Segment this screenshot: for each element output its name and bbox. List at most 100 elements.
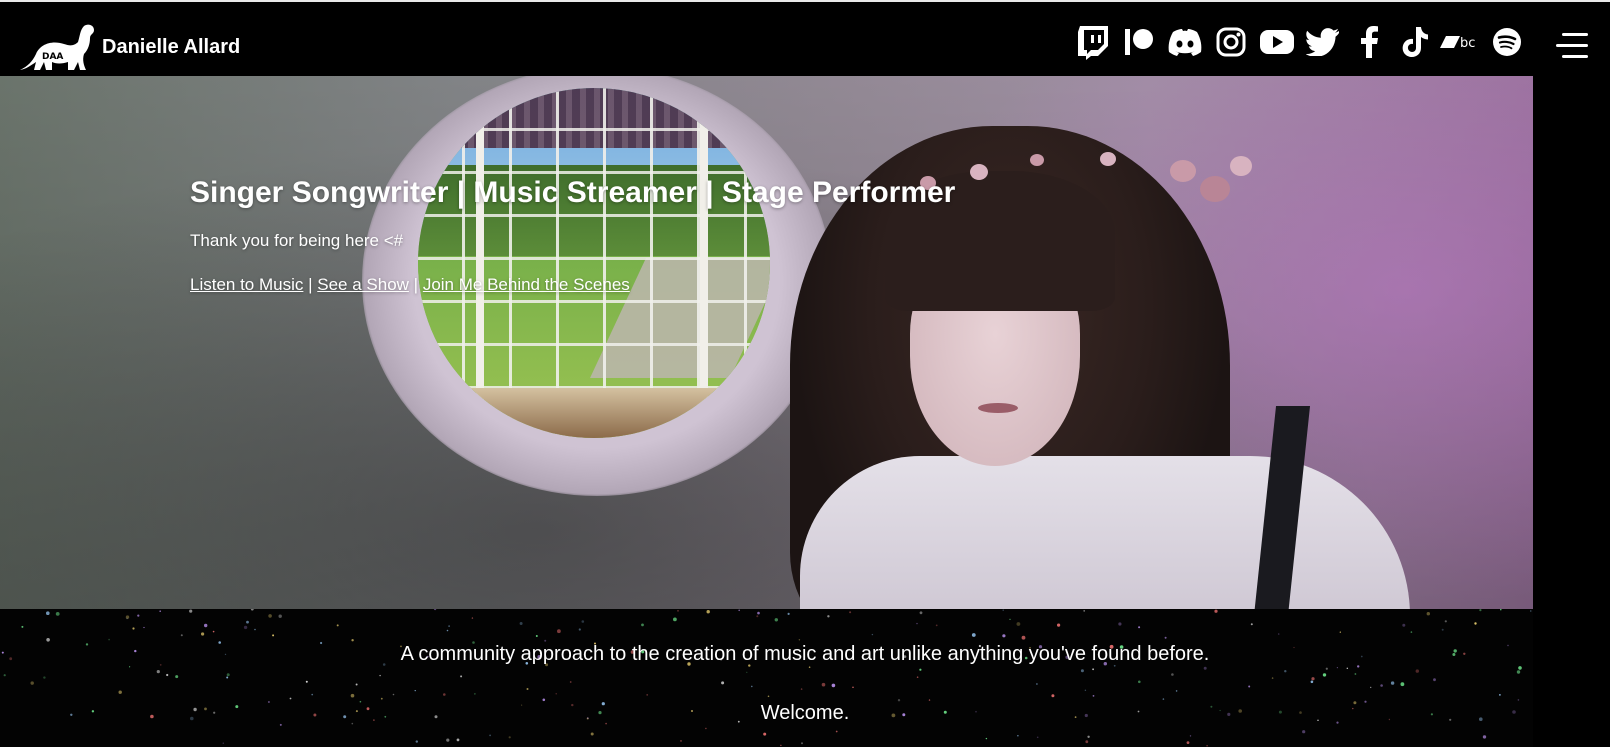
star-dot — [1410, 631, 1413, 633]
star-dot — [1277, 633, 1280, 635]
social-links: bc — [1070, 22, 1530, 62]
star-dot — [380, 697, 383, 700]
star-dot — [143, 626, 145, 629]
hamburger-menu-icon[interactable] — [1556, 30, 1590, 62]
star-dot — [1021, 635, 1026, 640]
star-dot — [827, 615, 830, 618]
facebook-icon[interactable] — [1346, 22, 1392, 62]
star-dot — [204, 623, 208, 628]
star-dot — [1087, 735, 1090, 738]
twitch-icon[interactable] — [1070, 22, 1116, 62]
star-dot — [1138, 680, 1141, 684]
star-dot — [132, 627, 135, 630]
youtube-icon[interactable] — [1254, 22, 1300, 62]
dinosaur-logo[interactable]: DAA — [18, 22, 96, 72]
star-dot — [677, 610, 679, 612]
site-name[interactable]: Danielle Allard — [102, 36, 240, 59]
star-dot — [433, 609, 437, 611]
star-dot — [159, 610, 161, 612]
star-dot — [767, 695, 770, 698]
star-dot — [646, 694, 649, 696]
star-dot — [1517, 699, 1520, 701]
see-a-show-link[interactable]: See a Show — [317, 275, 409, 294]
instagram-icon[interactable] — [1208, 22, 1254, 62]
hero-section: Singer Songwriter | Music Streamer | Sta… — [0, 76, 1533, 609]
bandcamp-icon[interactable]: bc — [1438, 22, 1484, 62]
star-dot — [801, 742, 803, 745]
star-dot — [751, 685, 753, 688]
star-dot — [414, 690, 416, 692]
star-dot — [1322, 673, 1327, 677]
star-dot — [189, 609, 193, 613]
star-dot — [673, 617, 677, 622]
twitter-icon[interactable] — [1300, 22, 1346, 62]
star-dot — [46, 611, 50, 615]
star-dot — [243, 625, 248, 630]
star-dot — [379, 674, 381, 677]
star-dot — [919, 668, 922, 671]
star-dot — [919, 611, 923, 615]
right-margin — [1533, 76, 1610, 747]
hero-links: Listen to Music | See a Show | Join Me B… — [190, 275, 630, 295]
star-dot — [226, 673, 230, 677]
behind-the-scenes-link[interactable]: Join Me Behind the Scenes — [423, 275, 630, 294]
star-dot — [1518, 666, 1522, 670]
star-dot — [581, 620, 585, 623]
star-dot — [971, 633, 976, 637]
link-separator: | — [408, 275, 423, 294]
star-dot — [355, 683, 358, 686]
intro-section: A community approach to the creation of … — [0, 609, 1533, 747]
star-dot — [542, 698, 546, 702]
star-dot — [201, 632, 205, 636]
star-dot — [1284, 670, 1287, 673]
star-dot — [1354, 673, 1357, 675]
star-dot — [787, 612, 790, 615]
star-dot — [1516, 670, 1521, 674]
star-dot — [535, 635, 538, 637]
star-dot — [272, 634, 275, 637]
star-dot — [1370, 686, 1372, 689]
star-dot — [1092, 695, 1095, 697]
star-dot — [555, 693, 557, 695]
tiktok-icon[interactable] — [1392, 22, 1438, 62]
star-dot — [1051, 694, 1055, 698]
star-dot — [1441, 628, 1444, 631]
star-dot — [705, 727, 707, 730]
star-dot — [125, 615, 130, 619]
discord-icon[interactable] — [1162, 22, 1208, 62]
star-dot — [746, 671, 748, 673]
star-dot — [1346, 667, 1349, 669]
star-dot — [392, 693, 395, 696]
star-dot — [835, 730, 838, 733]
star-dot — [508, 736, 511, 739]
star-dot — [1500, 609, 1502, 611]
star-dot — [460, 675, 463, 678]
star-dot — [43, 676, 46, 679]
star-dot — [680, 740, 682, 742]
star-dot — [1336, 667, 1338, 669]
star-dot — [250, 609, 254, 611]
star-dot — [180, 634, 183, 637]
spotify-icon[interactable] — [1484, 22, 1530, 62]
listen-to-music-link[interactable]: Listen to Music — [190, 275, 303, 294]
svg-text:bc: bc — [1460, 36, 1475, 51]
star-dot — [1080, 669, 1084, 673]
star-dot — [415, 740, 418, 743]
star-dot — [1206, 745, 1208, 747]
star-dot — [1084, 689, 1087, 691]
star-dot — [55, 612, 60, 616]
star-dot — [1474, 622, 1477, 625]
star-dot — [1009, 618, 1011, 620]
star-dot — [137, 614, 140, 617]
star-dot — [1186, 741, 1190, 744]
star-dot — [1118, 622, 1122, 626]
star-dot — [1036, 683, 1038, 685]
star-dot — [1002, 634, 1006, 638]
star-dot — [1400, 682, 1405, 687]
star-dot — [756, 615, 759, 618]
patreon-icon[interactable] — [1116, 22, 1162, 62]
star-dot — [1083, 610, 1086, 612]
star-dot — [1339, 631, 1341, 633]
star-dot — [808, 666, 811, 668]
star-dot — [800, 688, 803, 690]
